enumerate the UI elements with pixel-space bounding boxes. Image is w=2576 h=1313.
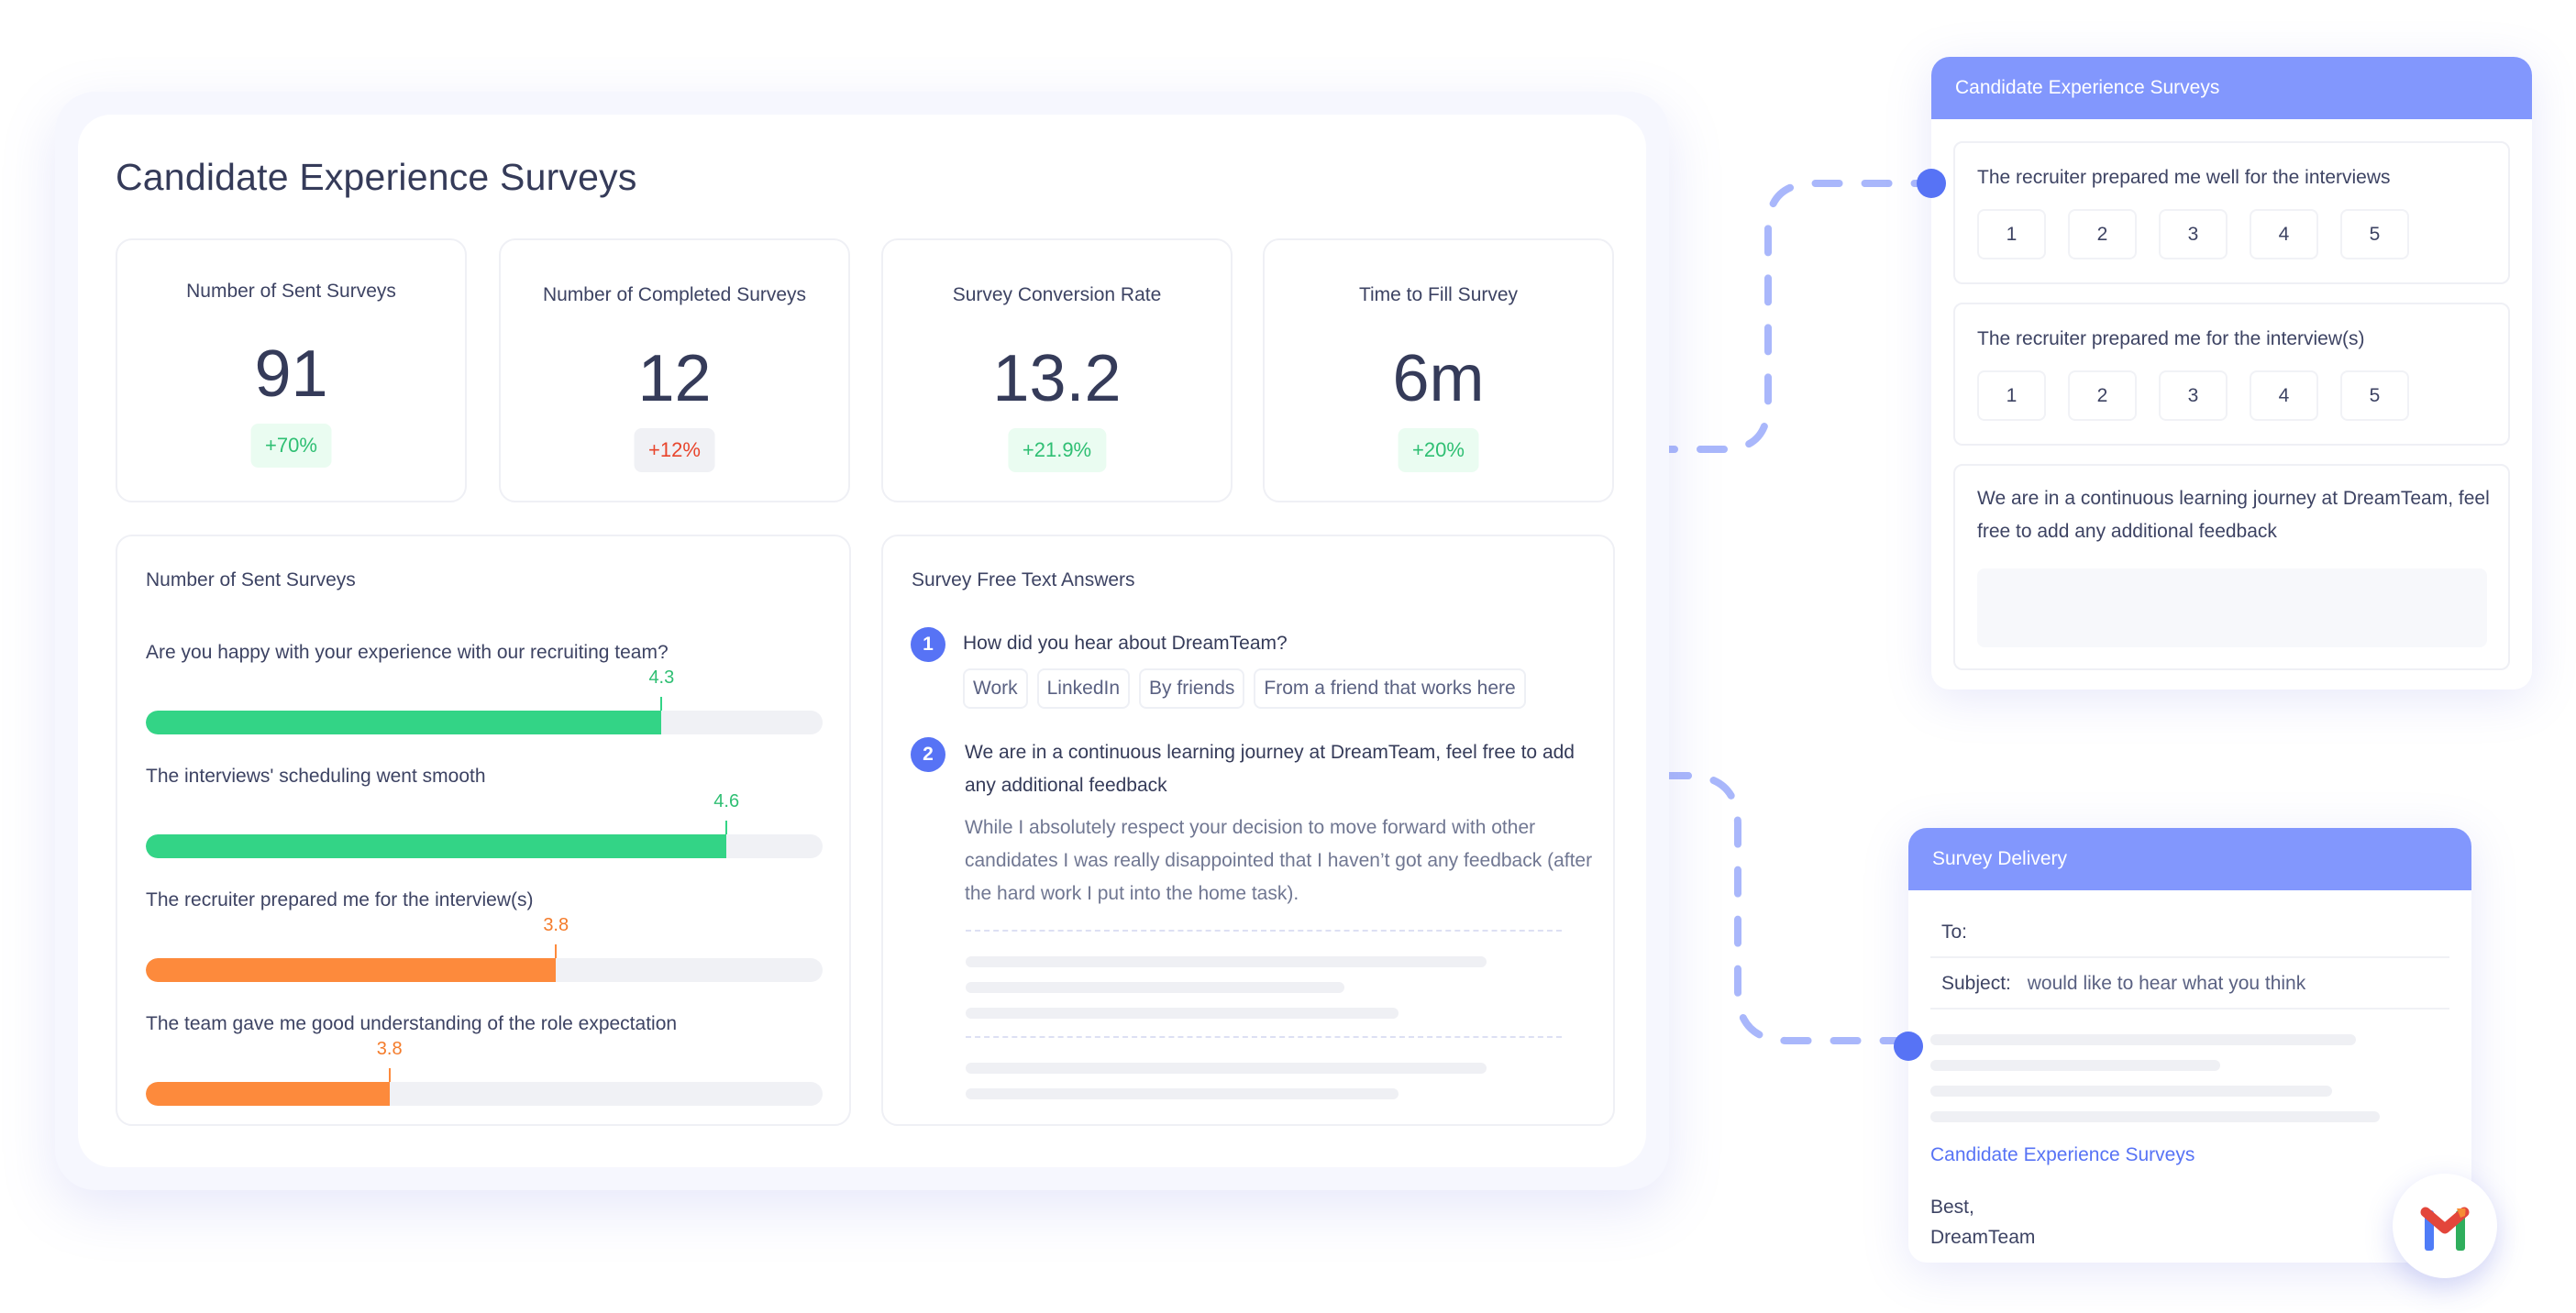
rating-score: 3.8 [543,915,569,935]
sign-off: Best, [1930,1197,1974,1218]
to-label: To: [1941,921,1968,943]
ratings-panel: Number of Sent Surveys Are you happy wit… [116,535,851,1126]
survey-question: We are in a continuous learning journey … [1953,464,2510,670]
survey-delivery-header: Survey Delivery [1908,828,2471,890]
signature: DreamTeam [1930,1227,2036,1248]
rating-option[interactable]: 2 [2068,370,2137,421]
kpi-value: 6m [1392,342,1485,415]
rating-option[interactable]: 1 [1977,209,2046,259]
survey-delivery-card: Survey Delivery To: Subject: would like … [1908,828,2471,1263]
rating-option[interactable]: 3 [2159,370,2228,421]
survey-question: The recruiter prepared me well for the i… [1953,141,2510,284]
question-number-badge: 1 [911,627,945,662]
kpi-delta-badge: +21.9% [1007,428,1107,472]
rating-marker [660,697,663,712]
kpi-delta-badge: +70% [250,424,332,468]
placeholder-line [1930,1086,2332,1097]
rating-option[interactable]: 5 [2340,209,2409,259]
rating-question: The recruiter prepared me for the interv… [146,889,534,910]
rating-question: The team gave me good understanding of t… [146,1013,678,1034]
kpi-sent-surveys[interactable]: Number of Sent Surveys 91 +70% [116,238,467,502]
survey-link[interactable]: Candidate Experience Surveys [1930,1144,2195,1166]
question-text: How did you hear about DreamTeam? [963,633,1288,654]
divider [966,930,1562,932]
divider [966,1036,1562,1038]
rating-bar-track [146,1082,823,1106]
rating-option[interactable]: 5 [2340,370,2409,421]
kpi-conversion-rate[interactable]: Survey Conversion Rate 13.2 +21.9% [881,238,1233,502]
gmail-badge[interactable] [2393,1174,2497,1278]
answer-text: While I absolutely respect your decision… [965,817,1593,904]
rating-bar-fill [146,834,727,858]
to-field[interactable]: To: [1930,907,2449,958]
kpi-value: 91 [254,337,328,411]
answer-chip[interactable]: LinkedIn [1036,668,1131,709]
connector-survey-form [1647,180,1929,453]
placeholder-line [1930,1111,2380,1122]
question-number-badge: 2 [911,737,945,772]
survey-question-text: The recruiter prepared me for the interv… [1977,328,2365,349]
placeholder-line [1930,1034,2356,1045]
kpi-time-to-fill[interactable]: Time to Fill Survey 6m +20% [1263,238,1614,502]
rating-option[interactable]: 1 [1977,370,2046,421]
rating-option[interactable]: 2 [2068,209,2137,259]
rating-marker [555,944,558,959]
rating-bar-fill [146,1082,390,1106]
survey-form-header: Candidate Experience Surveys [1931,57,2532,119]
rating-bar-fill [146,958,557,982]
page-title: Candidate Experience Surveys [116,156,637,198]
placeholder-line [966,956,1487,967]
subject-value[interactable]: would like to hear what you think [2028,973,2306,994]
kpi-completed-surveys[interactable]: Number of Completed Surveys 12 +12% [499,238,850,502]
placeholder-line [966,1063,1487,1074]
answer-chip[interactable]: From a friend that works here [1254,668,1526,709]
rating-score: 4.3 [648,668,675,688]
rating-question: The interviews' scheduling went smooth [146,766,486,787]
rating-option[interactable]: 3 [2159,209,2228,259]
placeholder-line [1930,1060,2220,1071]
kpi-value: 13.2 [992,342,1122,415]
connector-delivery [1661,772,1902,1044]
kpi-delta-badge: +20% [1398,428,1479,472]
rating-question: Are you happy with your experience with … [146,642,669,663]
survey-question: The recruiter prepared me for the interv… [1953,303,2510,446]
rating-option[interactable]: 4 [2250,370,2318,421]
kpi-label: Number of Completed Surveys [542,284,807,305]
placeholder-line [966,1088,1399,1099]
rating-bar-track [146,711,823,734]
survey-question-text: The recruiter prepared me well for the i… [1977,167,2391,188]
rating-score: 4.6 [713,791,740,811]
kpi-label: Number of Sent Surveys [186,281,396,302]
placeholder-line [966,982,1344,993]
connector-dot [1894,1032,1923,1061]
question-text: We are in a continuous learning journey … [965,742,1575,796]
answer-chip[interactable]: Work [963,668,1028,709]
placeholder-line [966,1008,1399,1019]
rating-marker [388,1068,391,1083]
feedback-textarea[interactable] [1977,568,2487,647]
kpi-label: Survey Conversion Rate [952,284,1162,305]
answer-chip[interactable]: By friends [1139,668,1245,709]
survey-question-text: We are in a continuous learning journey … [1977,488,2490,542]
free-text-panel: Survey Free Text Answers 1 How did you h… [881,535,1615,1126]
rating-marker [725,821,728,835]
kpi-label: Time to Fill Survey [1358,284,1519,305]
gmail-icon [2420,1207,2470,1251]
panel-title: Number of Sent Surveys [146,569,356,590]
rating-option[interactable]: 4 [2250,209,2318,259]
rating-bar-fill [146,711,662,734]
kpi-delta-badge: +12% [634,428,715,472]
panel-title: Survey Free Text Answers [912,569,1135,590]
subject-field[interactable]: Subject: would like to hear what you thi… [1930,958,2449,1010]
subject-label: Subject: [1941,973,2011,994]
rating-score: 3.8 [376,1039,403,1059]
rating-bar-track [146,834,823,858]
connector-dot [1917,169,1946,198]
survey-form-card: Candidate Experience Surveys The recruit… [1931,57,2532,690]
answer-chips: Work LinkedIn By friends From a friend t… [963,668,1526,709]
rating-bar-track [146,958,823,982]
kpi-value: 12 [637,342,712,415]
rating-scale: 1 2 3 4 5 [1977,370,2409,421]
rating-scale: 1 2 3 4 5 [1977,209,2409,259]
